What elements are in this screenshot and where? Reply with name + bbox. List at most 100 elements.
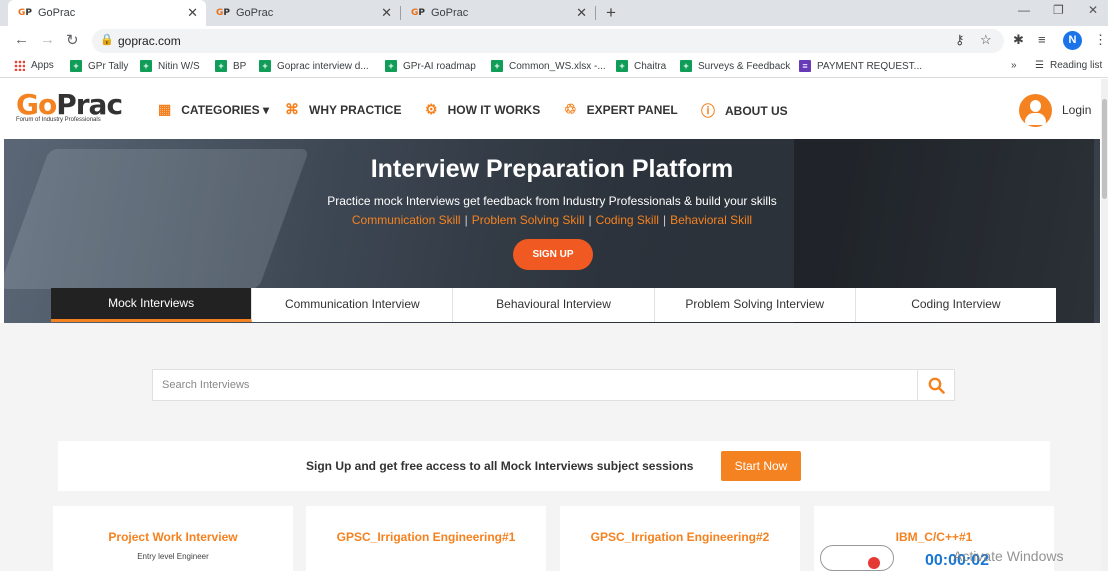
bookmark-item[interactable]: + Surveys & Feedback — [680, 60, 790, 72]
tab-title: GoPrac — [236, 7, 274, 19]
grid-icon: ▦ — [158, 101, 172, 117]
activate-windows-watermark: Activate Windows — [953, 548, 1064, 564]
sheets-icon: + — [140, 60, 152, 72]
extensions-icon[interactable]: ✱ — [1013, 32, 1024, 48]
sheets-icon: + — [215, 60, 227, 72]
window-close-icon[interactable]: ✕ — [1088, 3, 1098, 17]
back-icon[interactable]: ← — [14, 31, 29, 48]
browser-tab-2[interactable]: GP GoPrac ✕ — [206, 0, 400, 26]
sheets-icon: + — [680, 60, 692, 72]
forward-icon[interactable]: → — [40, 31, 55, 48]
page-scrollbar[interactable] — [1101, 79, 1108, 571]
bookmark-item[interactable]: ≡ PAYMENT REQUEST... — [799, 60, 922, 72]
promo-text: Sign Up and get free access to all Mock … — [306, 459, 694, 473]
bookmark-apps[interactable]: Apps — [14, 60, 54, 71]
signup-button[interactable]: SIGN UP — [513, 239, 593, 270]
tab-communication-interview[interactable]: Communication Interview — [252, 288, 454, 322]
bookmark-item[interactable]: + GPr Tally — [70, 60, 128, 72]
nav-how-it-works[interactable]: ⚙ HOW IT WORKS — [425, 101, 540, 118]
card-title: Project Work Interview — [108, 530, 238, 544]
more-bookmarks[interactable]: » — [1011, 60, 1017, 71]
login-link[interactable]: Login — [1062, 103, 1091, 117]
browser-tab-3[interactable]: GP GoPrac ✕ — [401, 0, 595, 26]
bookmark-label: Apps — [31, 60, 54, 71]
handshake-icon: ♲ — [564, 101, 577, 117]
skill-label: Coding Skill — [595, 213, 659, 227]
start-now-button[interactable]: Start Now — [721, 451, 801, 481]
bookmark-label: Surveys & Feedback — [698, 60, 791, 72]
nav-expert-panel[interactable]: ♲ EXPERT PANEL — [564, 101, 678, 118]
star-icon[interactable]: ☆ — [980, 32, 992, 48]
tab-coding-interview[interactable]: Coding Interview — [855, 288, 1057, 322]
goprac-favicon: GP — [411, 8, 425, 18]
hero-skills: Communication Skill | Problem Solving Skil… — [351, 213, 753, 227]
skill-label: Problem Solving Skill — [471, 213, 585, 227]
new-tab-icon[interactable]: + — [606, 3, 616, 23]
browser-tab-1[interactable]: GP GoPrac ✕ — [8, 0, 206, 26]
nav-why-practice[interactable]: ⌘ WHY PRACTICE — [285, 101, 401, 118]
hero-subtitle: Practice mock Interviews get feedback fr… — [327, 194, 777, 208]
menu-icon[interactable]: ⋮ — [1094, 32, 1107, 48]
apps-icon — [14, 60, 25, 71]
close-icon[interactable]: ✕ — [576, 5, 587, 21]
info-icon: ⓘ — [701, 103, 715, 119]
reading-list[interactable]: ☰ Reading list — [1035, 60, 1102, 71]
bookmark-label: Goprac interview d... — [277, 60, 369, 72]
tab-problem-solving-interview[interactable]: Problem Solving Interview — [654, 288, 856, 322]
profile-avatar[interactable]: N — [1063, 31, 1082, 50]
gift-icon: ⌘ — [285, 101, 299, 117]
close-icon[interactable]: ✕ — [381, 5, 392, 21]
tab-title: GoPrac — [431, 7, 469, 19]
interview-card[interactable]: GPSC_Irrigation Engineering#2 — [560, 506, 800, 576]
url-text: goprac.com — [118, 34, 181, 48]
bookmark-item[interactable]: + BP — [215, 60, 246, 72]
address-bar[interactable]: 🔒 goprac.com — [92, 29, 1004, 53]
tab-behavioural-interview[interactable]: Behavioural Interview — [453, 288, 655, 322]
goprac-favicon: GP — [18, 8, 32, 18]
reload-icon[interactable]: ↻ — [66, 31, 79, 49]
lock-icon: 🔒 — [100, 34, 114, 46]
screen-recorder-widget[interactable] — [820, 545, 894, 571]
key-icon[interactable]: ⚷ — [955, 32, 965, 48]
bookmarks-bar: Apps + GPr Tally + Nitin W/S + BP + Goprac i… — [0, 56, 1108, 78]
hero-title: Interview Preparation Platform — [370, 155, 734, 183]
sheets-icon: + — [491, 60, 503, 72]
sheets-icon: + — [385, 60, 397, 72]
user-avatar-icon[interactable] — [1019, 94, 1052, 127]
search-box — [152, 369, 955, 401]
restore-icon[interactable]: ❐ — [1053, 3, 1064, 17]
close-icon[interactable]: ✕ — [187, 5, 198, 21]
interview-card[interactable]: GPSC_Irrigation Engineering#1 — [306, 506, 546, 576]
nav-label: ABOUT US — [725, 104, 788, 118]
bookmark-item[interactable]: + GPr-AI roadmap — [385, 60, 476, 72]
skill-label: Communication Skill — [351, 213, 461, 227]
nav-about-us[interactable]: ⓘ ABOUT US — [701, 101, 788, 121]
interview-card[interactable]: Project Work Interview Entry level Engin… — [53, 506, 293, 576]
minimize-icon[interactable]: — — [1018, 3, 1030, 17]
goprac-logo[interactable]: GoPrac Forum of Industry Professionals — [16, 91, 123, 124]
bookmark-item[interactable]: + Goprac interview d... — [259, 60, 369, 72]
sheets-icon: + — [259, 60, 271, 72]
nav-categories[interactable]: ▦ CATEGORIES ▾ — [158, 101, 269, 118]
bookmark-label: GPr-AI roadmap — [403, 60, 476, 72]
bookmark-item[interactable]: + Chaitra — [616, 60, 666, 72]
tab-divider — [595, 6, 596, 20]
bookmark-label: GPr Tally — [88, 60, 129, 72]
card-title: GPSC_Irrigation Engineering#1 — [336, 530, 516, 544]
goprac-favicon: GP — [216, 8, 230, 18]
reading-mode-icon[interactable]: ≡ — [1038, 32, 1046, 47]
card-subtitle: Entry level Engineer — [137, 552, 209, 561]
bookmark-item[interactable]: + Nitin W/S — [140, 60, 200, 72]
bookmark-item[interactable]: + Common_WS.xlsx -... — [491, 60, 606, 72]
record-icon[interactable] — [868, 557, 880, 569]
scrollbar-thumb[interactable] — [1102, 99, 1107, 199]
reading-list-icon: ☰ — [1035, 60, 1044, 71]
signup-promo: Sign Up and get free access to all Mock … — [58, 441, 1050, 491]
search-button[interactable] — [917, 370, 954, 400]
reading-list-label: Reading list — [1049, 60, 1103, 71]
bookmark-label: BP — [233, 60, 247, 72]
nav-label: WHY PRACTICE — [309, 102, 402, 117]
tab-mock-interviews[interactable]: Mock Interviews — [51, 288, 253, 322]
search-input[interactable] — [153, 370, 917, 400]
card-title: IBM_C/C++#1 — [895, 530, 973, 544]
